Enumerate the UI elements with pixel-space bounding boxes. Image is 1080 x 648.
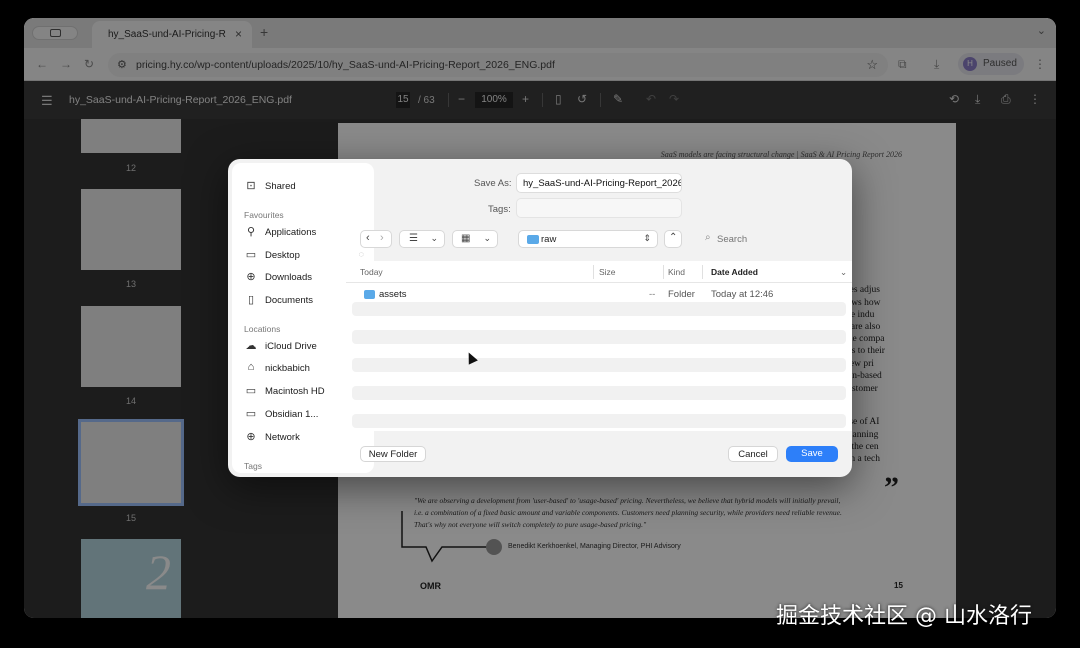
applications-icon: ⚲ xyxy=(246,226,256,238)
shared-folder-icon: ⊡ xyxy=(246,180,256,192)
sidebar-heading-locations: Locations xyxy=(244,324,281,334)
external-drive-icon: ▭ xyxy=(245,408,257,420)
column-header: Today Size Kind Date Added ⌄ xyxy=(346,261,852,283)
empty-row xyxy=(352,344,846,358)
cancel-button[interactable]: Cancel xyxy=(728,446,778,462)
column-name[interactable]: Today xyxy=(360,267,383,277)
forward-icon[interactable]: › xyxy=(380,232,384,244)
sidebar-heading-tags: Tags xyxy=(244,461,262,471)
save-as-label: Save As: xyxy=(474,178,512,189)
empty-row xyxy=(352,414,846,428)
save-button[interactable]: Save xyxy=(786,446,838,462)
location-name: raw xyxy=(541,234,557,245)
desktop-icon: ▭ xyxy=(245,249,257,261)
chevron-up-icon: ⌃ xyxy=(669,232,678,243)
list-view-icon: ☰ xyxy=(409,233,418,244)
cloud-sync-icon: ◌ xyxy=(358,249,364,259)
empty-row xyxy=(352,302,846,316)
sidebar-item-label: Network xyxy=(265,432,300,443)
sidebar-item-label: nickbabich xyxy=(265,363,310,374)
screen: hy_SaaS-und-AI-Pricing-Report × + ⌄ ← → … xyxy=(0,0,1080,648)
cloud-icon: ☁ xyxy=(245,340,257,352)
sidebar-item-label: Shared xyxy=(265,181,296,192)
folder-icon xyxy=(364,290,375,299)
save-as-input[interactable]: hy_SaaS-und-AI-Pricing-Report_2026_ENG.p… xyxy=(516,173,682,193)
file-kind: Folder xyxy=(668,289,695,300)
new-folder-button[interactable]: New Folder xyxy=(360,446,426,462)
empty-row xyxy=(352,330,846,344)
empty-row xyxy=(352,372,846,386)
file-date: Today at 12:46 xyxy=(711,289,774,300)
divider xyxy=(663,265,664,279)
collapse-button[interactable]: ⌃ xyxy=(664,230,682,248)
sidebar-item-label: Obsidian 1... xyxy=(265,409,319,420)
empty-row xyxy=(352,358,846,372)
watermark: 掘金技术社区 @ 山水洛行 xyxy=(776,604,1032,629)
sidebar-item-label: Desktop xyxy=(265,250,300,261)
group-by-select[interactable]: ▦ ⌄ xyxy=(452,230,498,248)
column-date-added[interactable]: Date Added xyxy=(711,267,758,277)
divider xyxy=(593,265,594,279)
sidebar-item-label: Macintosh HD xyxy=(265,386,325,397)
file-size: -- xyxy=(649,289,656,300)
sidebar-item-label: Downloads xyxy=(265,272,312,283)
globe-icon: ⊕ xyxy=(246,431,256,443)
home-icon: ⌂ xyxy=(247,361,255,373)
empty-row xyxy=(352,400,846,414)
grid-icon: ▦ xyxy=(461,233,471,244)
sidebar-item-label: Applications xyxy=(265,227,317,238)
divider xyxy=(702,265,703,279)
downloads-icon: ⊕ xyxy=(246,271,256,283)
sidebar-item-label: iCloud Drive xyxy=(265,341,317,352)
tags-input[interactable] xyxy=(516,198,682,218)
column-kind[interactable]: Kind xyxy=(668,267,685,277)
back-forward-control: ‹ › xyxy=(360,230,392,248)
document-icon: ▯ xyxy=(247,294,255,306)
search-field[interactable]: ⌕ xyxy=(699,230,839,248)
save-dialog: ⊡ Shared Favourites ⚲ Applications ▭ Deskto… xyxy=(228,159,852,477)
sidebar-item-shared[interactable]: ⊡ Shared xyxy=(244,178,368,196)
search-icon: ⌕ xyxy=(705,232,711,243)
sidebar-item-network[interactable]: ⊕ Network xyxy=(244,429,368,447)
file-list[interactable]: Today Size Kind Date Added ⌄ assets -- F… xyxy=(346,261,852,431)
table-row[interactable]: assets -- Folder Today at 12:46 xyxy=(352,288,846,302)
column-size[interactable]: Size xyxy=(599,267,616,277)
updown-arrows-icon: ⇕ xyxy=(643,233,651,243)
disk-icon: ▭ xyxy=(245,385,257,397)
search-input[interactable] xyxy=(717,232,827,246)
folder-icon xyxy=(527,235,539,244)
tags-label: Tags: xyxy=(488,204,511,215)
view-mode-select[interactable]: ☰ ⌄ xyxy=(399,230,445,248)
chevron-down-icon: ⌄ xyxy=(483,233,491,243)
empty-row xyxy=(352,316,846,330)
chevron-down-icon[interactable]: ⌄ xyxy=(840,267,847,278)
back-icon[interactable]: ‹ xyxy=(366,232,370,244)
sidebar-heading-favourites: Favourites xyxy=(244,210,284,220)
sidebar-item-label: Documents xyxy=(265,295,314,306)
sidebar-item-applications[interactable]: ⚲ Applications xyxy=(244,224,368,242)
empty-row xyxy=(352,386,846,400)
chevron-down-icon: ⌄ xyxy=(430,233,438,243)
location-select[interactable]: raw ⇕ xyxy=(518,230,658,248)
file-name: assets xyxy=(379,289,407,300)
